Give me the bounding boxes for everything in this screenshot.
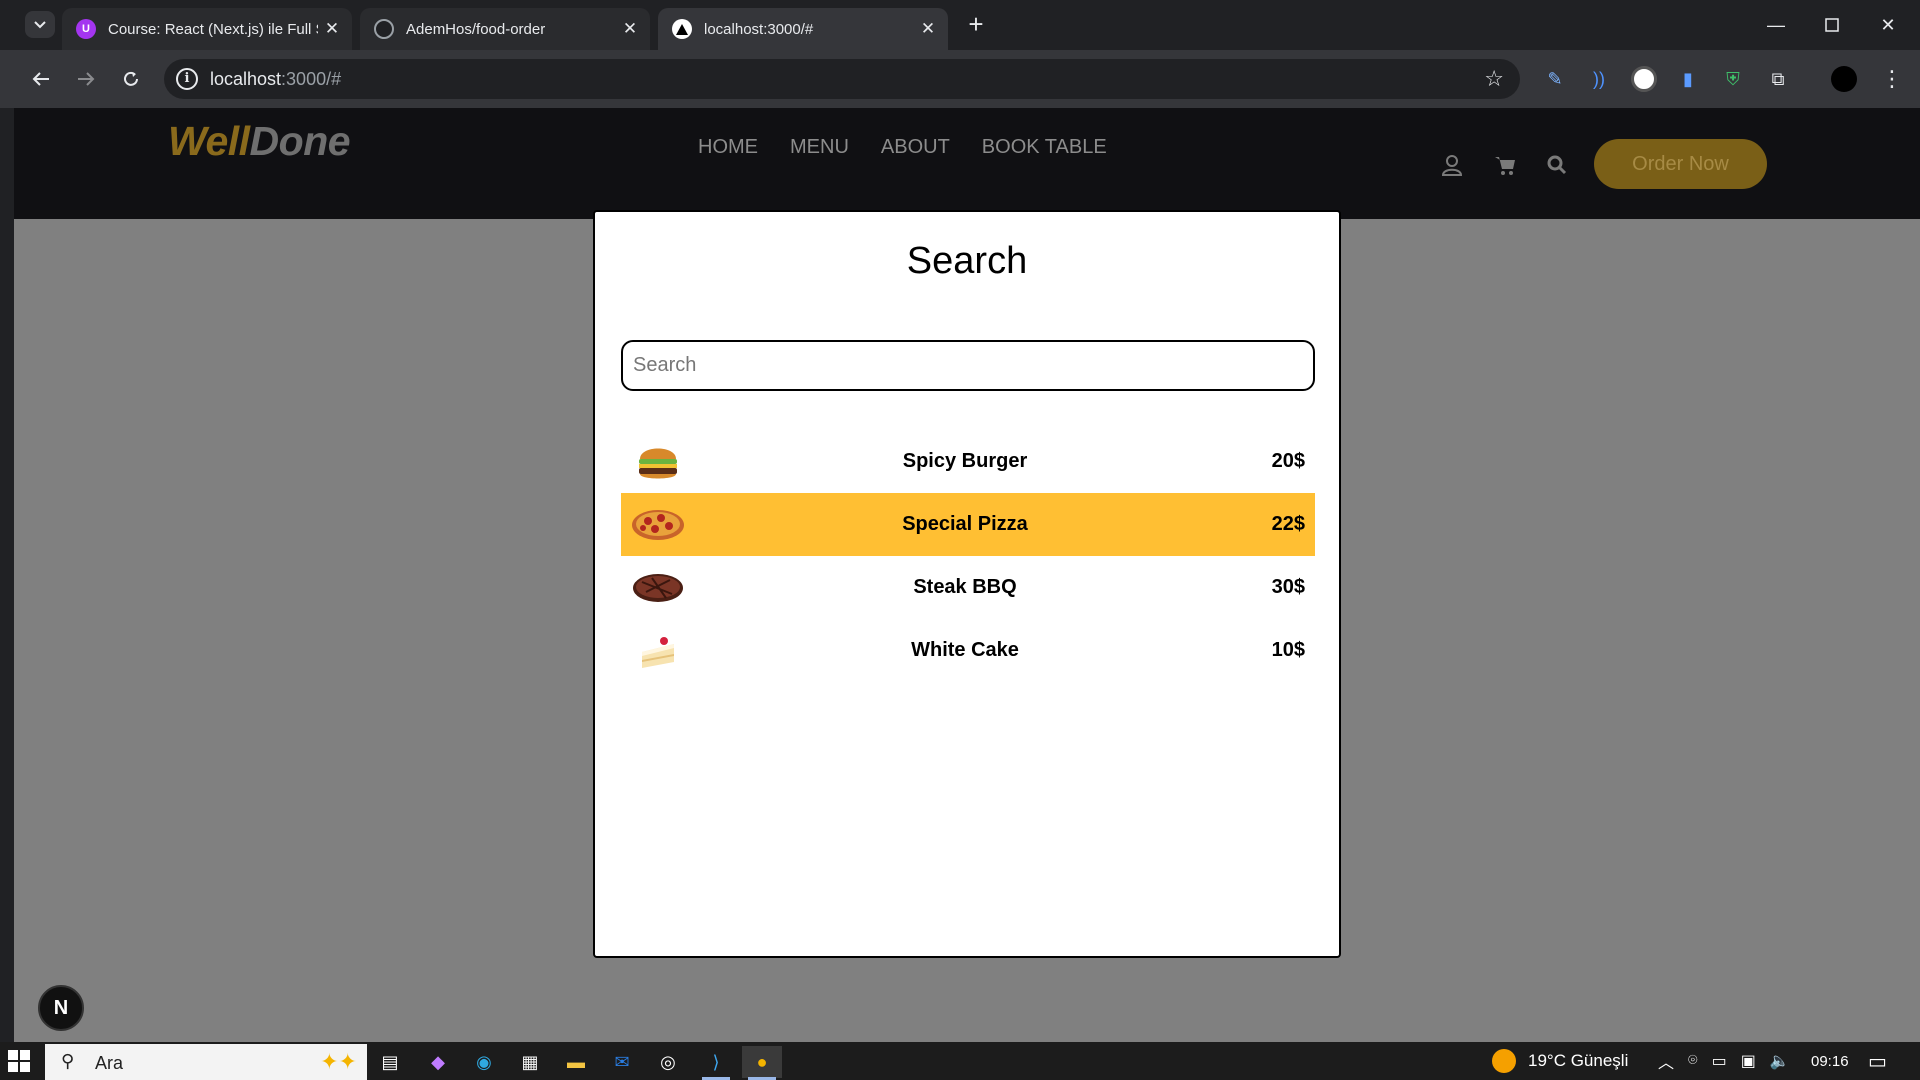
result-row-spicy-burger[interactable]: Spicy Burger 20$ (621, 430, 1315, 493)
minimize-button[interactable]: — (1748, 0, 1804, 50)
browser-tab-strip: U Course: React (Next.js) ile Full St ✕ … (0, 0, 1920, 50)
vscode-icon[interactable]: ⟩ (696, 1046, 736, 1080)
browser-toolbar: i localhost:3000/# ☆ ✎ )) ▮ ⛨ ⧉ ⋮ (0, 50, 1920, 108)
nextjs-icon (672, 19, 692, 39)
result-name: Special Pizza (902, 513, 1028, 535)
windows-start-icon[interactable] (8, 1050, 30, 1072)
edge-icon[interactable]: ◉ (464, 1046, 504, 1078)
url-text: localhost:3000/# (210, 69, 342, 89)
task-view-icon[interactable]: ▤ (370, 1046, 410, 1078)
eyedropper-icon[interactable]: ✎ (1540, 64, 1570, 94)
back-button[interactable] (25, 63, 57, 95)
github-icon (374, 19, 394, 39)
site-nav: HOME MENU ABOUT BOOK TABLE (698, 136, 1107, 159)
browser-tab-course[interactable]: U Course: React (Next.js) ile Full St ✕ (62, 8, 352, 50)
result-price: 30$ (1271, 576, 1305, 598)
obs-icon[interactable]: ◎ (648, 1046, 688, 1078)
reload-button[interactable] (115, 63, 147, 95)
pizza-icon (621, 508, 695, 542)
shield-icon[interactable]: ⛨ (1718, 64, 1748, 94)
tab-search-button[interactable] (25, 11, 55, 38)
nav-menu[interactable]: MENU (790, 136, 849, 159)
modal-title: Search (906, 240, 1028, 282)
udemy-icon: U (76, 19, 96, 39)
result-price: 22$ (1271, 513, 1305, 535)
copilot-icon[interactable]: ◆ (418, 1046, 458, 1078)
meet-now-icon[interactable]: ⌾ (1688, 1052, 1698, 1070)
tab-title: AdemHos/food-order (406, 20, 546, 38)
reload-icon (124, 71, 138, 86)
cart-icon[interactable] (1492, 152, 1518, 178)
tab-title: Course: React (Next.js) ile Full St (108, 20, 318, 38)
result-row-white-cake[interactable]: White Cake 10$ (621, 619, 1315, 682)
result-name: White Cake (911, 639, 1019, 661)
nextjs-dev-badge[interactable]: N (38, 985, 84, 1031)
notifications-icon[interactable]: ▭ (1868, 1042, 1887, 1080)
tab-title: localhost:3000/# (704, 20, 814, 38)
extension-circle-icon[interactable] (1629, 64, 1659, 94)
nav-book-table[interactable]: BOOK TABLE (982, 136, 1107, 159)
weather-text: 19°C Güneşli (1528, 1051, 1629, 1070)
taskbar-search-placeholder: Ara (95, 1053, 124, 1073)
network-icon[interactable]: ▣ (1741, 1051, 1756, 1071)
search-icon: ⚲ (61, 1051, 75, 1071)
chrome-icon[interactable]: ● (742, 1046, 782, 1080)
close-window-button[interactable]: ✕ (1860, 0, 1916, 50)
battery-icon[interactable]: ▭ (1712, 1051, 1727, 1071)
taskbar-search-box[interactable]: ⚲ Ara ✦✦ (45, 1044, 367, 1080)
site-header: WellDone HOME MENU ABOUT BOOK TABLE Orde… (14, 108, 1920, 219)
outlook-icon[interactable]: ✉ (602, 1046, 642, 1078)
close-icon[interactable]: ✕ (914, 19, 942, 39)
menu-dots-icon[interactable]: ⋮ (1877, 64, 1907, 94)
result-name: Steak BBQ (913, 576, 1017, 598)
volume-icon[interactable]: 🔈 (1770, 1051, 1790, 1071)
copilot-sparkle-icon: ✦✦ (320, 1049, 357, 1074)
order-now-button[interactable]: Order Now (1594, 139, 1767, 189)
clock[interactable]: 09:16 (1811, 1042, 1849, 1080)
maximize-icon (1825, 18, 1839, 32)
search-modal: Search Spicy Burger 20$ (593, 210, 1341, 958)
back-arrow-icon (32, 72, 49, 86)
browser-tab-github[interactable]: AdemHos/food-order ✕ (360, 8, 650, 50)
new-tab-button[interactable]: + (962, 11, 990, 39)
windows-taskbar: ⚲ Ara ✦✦ ▤ ◆ ◉ ▦ ▬ ✉ ◎ ⟩ ● 19°C Güneşli … (0, 1042, 1920, 1080)
wave-extension-icon[interactable]: )) (1584, 64, 1614, 94)
page-viewport: WellDone HOME MENU ABOUT BOOK TABLE Orde… (14, 108, 1920, 1042)
site-info-icon[interactable]: i (176, 68, 198, 90)
file-explorer-icon[interactable]: ▬ (556, 1046, 596, 1078)
burger-icon (621, 443, 695, 481)
document-extension-icon[interactable]: ▮ (1673, 64, 1703, 94)
sun-icon (1492, 1049, 1516, 1073)
steak-icon (621, 572, 695, 604)
forward-arrow-icon (78, 72, 95, 86)
result-price: 10$ (1271, 639, 1305, 661)
extensions-puzzle-icon[interactable]: ⧉ (1763, 64, 1793, 94)
nav-home[interactable]: HOME (698, 136, 758, 159)
browser-tab-localhost[interactable]: localhost:3000/# ✕ (658, 8, 948, 50)
site-logo[interactable]: WellDone (168, 118, 351, 165)
search-input[interactable] (621, 340, 1315, 391)
forward-button[interactable] (70, 63, 102, 95)
close-icon[interactable]: ✕ (318, 19, 346, 39)
search-icon[interactable] (1544, 152, 1570, 178)
result-price: 20$ (1271, 450, 1305, 472)
cake-icon (621, 632, 695, 670)
search-results: Spicy Burger 20$ Special Pizza 22$ Steak… (621, 430, 1315, 682)
bookmark-star-icon[interactable]: ☆ (1484, 66, 1504, 92)
close-icon[interactable]: ✕ (616, 19, 644, 39)
result-row-special-pizza[interactable]: Special Pizza 22$ (621, 493, 1315, 556)
result-row-steak-bbq[interactable]: Steak BBQ 30$ (621, 556, 1315, 619)
chevron-up-icon[interactable]: ︿ (1658, 1049, 1674, 1073)
user-icon[interactable] (1439, 152, 1465, 178)
chevron-down-icon (34, 20, 46, 28)
result-name: Spicy Burger (902, 450, 1028, 472)
weather-widget[interactable]: 19°C Güneşli (1492, 1042, 1628, 1080)
profile-avatar[interactable] (1829, 64, 1859, 94)
system-tray: ︿ ⌾ ▭ ▣ 🔈 (1658, 1042, 1790, 1080)
nav-about[interactable]: ABOUT (881, 136, 950, 159)
store-icon[interactable]: ▦ (510, 1046, 550, 1078)
maximize-button[interactable] (1804, 0, 1860, 50)
address-bar[interactable]: i localhost:3000/# ☆ (164, 59, 1520, 99)
